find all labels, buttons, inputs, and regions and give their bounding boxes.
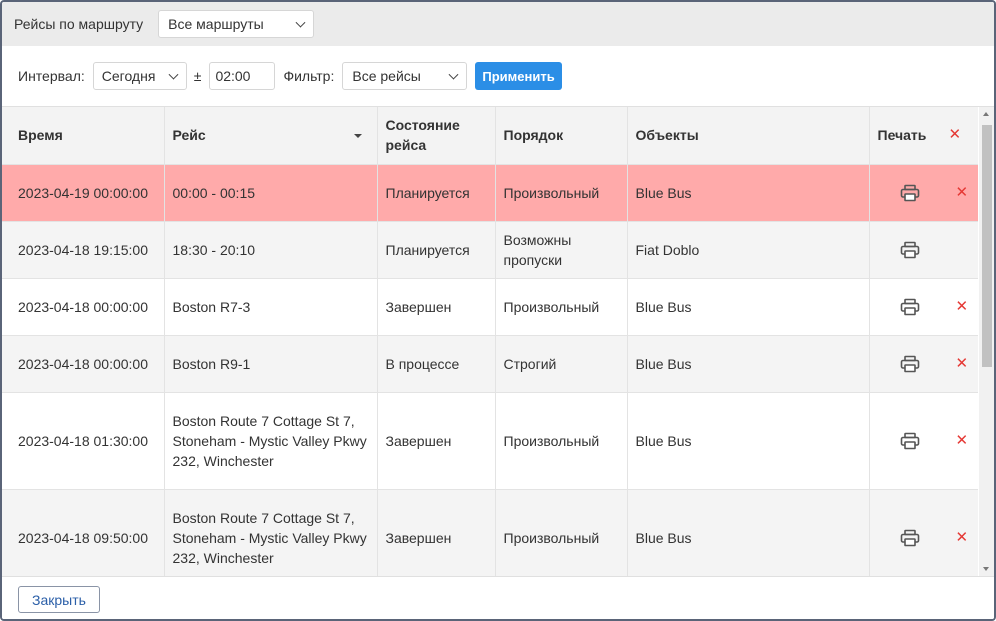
filter-label: Фильтр:: [283, 68, 335, 84]
scrollbar-thumb[interactable]: [982, 125, 992, 367]
printer-icon[interactable]: [900, 298, 920, 316]
row-actions: ✕: [878, 354, 971, 374]
cell-state: Завершен: [377, 278, 496, 336]
cell-state: Завершен: [377, 489, 496, 576]
cell-trip: Boston Route 7 Cottage St 7, Stoneham - …: [164, 489, 378, 576]
cell-objects: Blue Bus: [627, 392, 870, 490]
cell-trip: Boston R9-1: [164, 335, 378, 393]
table-row[interactable]: 2023-04-18 00:00:00 Boston R9-1 В процессе…: [2, 335, 978, 393]
time-offset-value: 02:00: [215, 68, 251, 84]
cell-time: 2023-04-18 19:15:00: [2, 221, 165, 279]
cell-time: 2023-04-18 00:00:00: [2, 278, 165, 336]
printer-icon[interactable]: [900, 432, 920, 450]
cell-order: Произвольный: [495, 489, 628, 576]
column-header-trip[interactable]: Рейс: [164, 107, 378, 165]
cell-state: Завершен: [377, 392, 496, 490]
cell-objects: Fiat Doblo: [627, 221, 870, 279]
cell-objects: Blue Bus: [627, 335, 870, 393]
cell-trip: 00:00 - 00:15: [164, 164, 378, 222]
printer-icon[interactable]: [900, 355, 920, 373]
filter-select-value: Все рейсы: [352, 68, 421, 84]
cell-time: 2023-04-18 00:00:00: [2, 335, 165, 393]
close-icon[interactable]: ✕: [956, 354, 969, 374]
cell-state: Планируется: [377, 221, 496, 279]
interval-select-value: Сегодня: [101, 68, 156, 84]
scroll-up-icon[interactable]: [983, 112, 989, 116]
cell-order: Строгий: [495, 335, 628, 393]
close-icon[interactable]: ✕: [956, 431, 969, 451]
printer-icon[interactable]: [900, 184, 920, 202]
cell-time: 2023-04-18 09:50:00: [2, 489, 165, 576]
row-actions: ✕: [878, 528, 971, 548]
cell-order: Возможны пропуски: [495, 221, 628, 279]
table-row[interactable]: 2023-04-18 00:00:00 Boston R7-3 Завершен Пр…: [2, 278, 978, 336]
vertical-scrollbar[interactable]: [979, 107, 994, 576]
cell-actions: ✕: [869, 489, 978, 576]
route-bar: Рейсы по маршруту Все маршруты: [2, 2, 994, 46]
cell-state: В процессе: [377, 335, 496, 393]
table-row[interactable]: 2023-04-18 09:50:00 Boston Route 7 Cottag…: [2, 489, 978, 576]
table-row[interactable]: 2023-04-19 00:00:00 00:00 - 00:15 Планируе…: [2, 164, 978, 222]
sort-down-icon[interactable]: [353, 134, 362, 138]
close-icon[interactable]: ✕: [956, 528, 969, 548]
filter-select[interactable]: Все рейсы: [342, 62, 468, 90]
route-select[interactable]: Все маршруты: [158, 10, 315, 38]
row-actions: ✕: [878, 297, 971, 317]
cell-trip: Boston Route 7 Cottage St 7, Stoneham - …: [164, 392, 378, 490]
trips-table-container: Время Рейс Состояние рейса Порядок Объек…: [2, 106, 994, 576]
column-header-order[interactable]: Порядок: [495, 107, 628, 165]
cell-actions: ✕: [869, 392, 978, 490]
close-icon[interactable]: ✕: [956, 183, 969, 203]
cell-actions: ✕: [869, 164, 978, 222]
column-header-print-label: Печать: [877, 127, 927, 144]
cell-order: Произвольный: [495, 164, 628, 222]
plus-minus-sign: ±: [193, 68, 202, 84]
dialog-footer: Закрыть: [2, 576, 994, 619]
chevron-down-icon: [295, 17, 306, 28]
cell-actions: ✕: [869, 278, 978, 336]
filter-bar: Интервал: Сегодня ± 02:00 Фильтр: Все ре…: [2, 46, 994, 106]
chevron-down-icon: [448, 69, 459, 80]
printer-icon[interactable]: [900, 529, 920, 547]
column-header-state[interactable]: Состояние рейса: [377, 107, 496, 165]
cell-objects: Blue Bus: [627, 164, 870, 222]
time-offset-input[interactable]: 02:00: [209, 62, 276, 90]
route-select-value: Все маршруты: [168, 16, 264, 32]
cell-state: Планируется: [377, 164, 496, 222]
row-actions: [878, 241, 971, 259]
apply-button[interactable]: Применить: [475, 62, 562, 90]
cell-trip: 18:30 - 20:10: [164, 221, 378, 279]
cell-trip: Boston R7-3: [164, 278, 378, 336]
trips-table: Время Рейс Состояние рейса Порядок Объек…: [2, 107, 978, 576]
route-label: Рейсы по маршруту: [14, 16, 144, 32]
cell-order: Произвольный: [495, 392, 628, 490]
table-row[interactable]: 2023-04-18 01:30:00 Boston Route 7 Cottag…: [2, 392, 978, 490]
trips-window: Рейсы по маршруту Все маршруты Интервал:…: [0, 0, 996, 621]
interval-select[interactable]: Сегодня: [92, 62, 187, 90]
chevron-down-icon: [168, 69, 179, 80]
printer-icon[interactable]: [900, 241, 920, 259]
close-icon[interactable]: ✕: [949, 125, 962, 145]
cell-objects: Blue Bus: [627, 489, 870, 576]
cell-actions: ✕: [869, 335, 978, 393]
close-icon[interactable]: ✕: [956, 297, 969, 317]
column-header-trip-label: Рейс: [172, 127, 206, 144]
table-row[interactable]: 2023-04-18 19:15:00 18:30 - 20:10 Планируе…: [2, 221, 978, 279]
row-actions: ✕: [878, 183, 971, 203]
cell-objects: Blue Bus: [627, 278, 870, 336]
row-actions: ✕: [878, 431, 971, 451]
column-header-time[interactable]: Время: [2, 107, 165, 165]
cell-actions: [869, 221, 978, 279]
close-button[interactable]: Закрыть: [18, 586, 100, 613]
column-header-objects[interactable]: Объекты: [627, 107, 870, 165]
cell-time: 2023-04-19 00:00:00: [2, 164, 165, 222]
scroll-down-icon[interactable]: [983, 567, 989, 571]
cell-time: 2023-04-18 01:30:00: [2, 392, 165, 490]
cell-order: Произвольный: [495, 278, 628, 336]
table-body: 2023-04-19 00:00:00 00:00 - 00:15 Планируе…: [2, 164, 978, 576]
table-header-row: Время Рейс Состояние рейса Порядок Объек…: [2, 107, 978, 165]
column-header-print: Печать ✕: [869, 107, 978, 165]
interval-label: Интервал:: [18, 68, 85, 84]
